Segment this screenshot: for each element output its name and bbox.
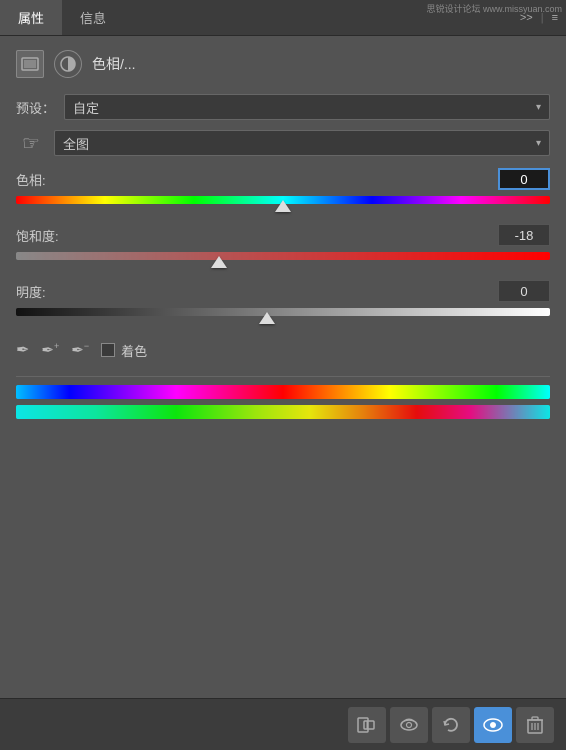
visibility-button[interactable] [474,707,512,743]
hand-icon: ☞ [16,131,46,156]
lightness-slider-track[interactable] [16,306,550,326]
preset-value: 自定 [73,98,99,117]
lightness-section: 明度: [16,280,550,326]
hue-spectrum-bar [16,385,550,399]
colorize-checkbox-label[interactable]: 着色 [101,341,147,360]
hue-section: 色相: [16,168,550,214]
saturation-section: 饱和度: [16,224,550,270]
range-value: 全图 [63,134,89,153]
watermark: 思锐设计论坛 www.missyuan.com [422,0,566,17]
bottom-bar [0,698,566,750]
saturation-slider-track[interactable] [16,250,550,270]
title-row: 色相/... [16,50,550,78]
tab-info[interactable]: 信息 [62,0,124,35]
tools-row: ✒ ✒+ ✒− 着色 [16,340,550,360]
colorize-label: 着色 [121,341,147,360]
preset-label: 预设： [16,98,56,117]
reset-button[interactable] [432,707,470,743]
divider [16,376,550,377]
eyedropper-icon[interactable]: ✒ [16,340,29,360]
spectrum-bars [16,385,550,419]
view-button[interactable] [390,707,428,743]
clip-button[interactable] [348,707,386,743]
eyedropper-remove-icon[interactable]: ✒− [71,341,89,359]
preset-arrow: ▾ [536,102,541,113]
preset-dropdown[interactable]: 自定 ▾ [64,94,550,120]
circle-icon [54,50,82,78]
hue-slider-track[interactable] [16,194,550,214]
preset-row: 预设： 自定 ▾ [16,94,550,120]
range-dropdown[interactable]: 全图 ▾ [54,130,550,156]
panel-body: 色相/... 预设： 自定 ▾ ☞ 全图 ▾ 色相: 饱和度: [0,36,566,443]
saturation-label: 饱和度: [16,226,59,245]
hue-input[interactable] [498,168,550,190]
saturation-input[interactable] [498,224,550,246]
range-row: ☞ 全图 ▾ [16,130,550,156]
range-arrow: ▾ [536,138,541,149]
top-bar: 属性 信息 >> | ≡ 思锐设计论坛 www.missyuan.com [0,0,566,36]
panel-title: 色相/... [92,54,136,74]
adjustment-layer-icon [16,50,44,78]
result-spectrum-bar [16,405,550,419]
lightness-label: 明度: [16,282,46,301]
colorize-checkbox[interactable] [101,343,115,357]
lightness-input[interactable] [498,280,550,302]
tab-properties[interactable]: 属性 [0,0,62,35]
eyedropper-add-icon[interactable]: ✒+ [41,341,59,359]
hue-label: 色相: [16,170,46,189]
delete-button[interactable] [516,707,554,743]
